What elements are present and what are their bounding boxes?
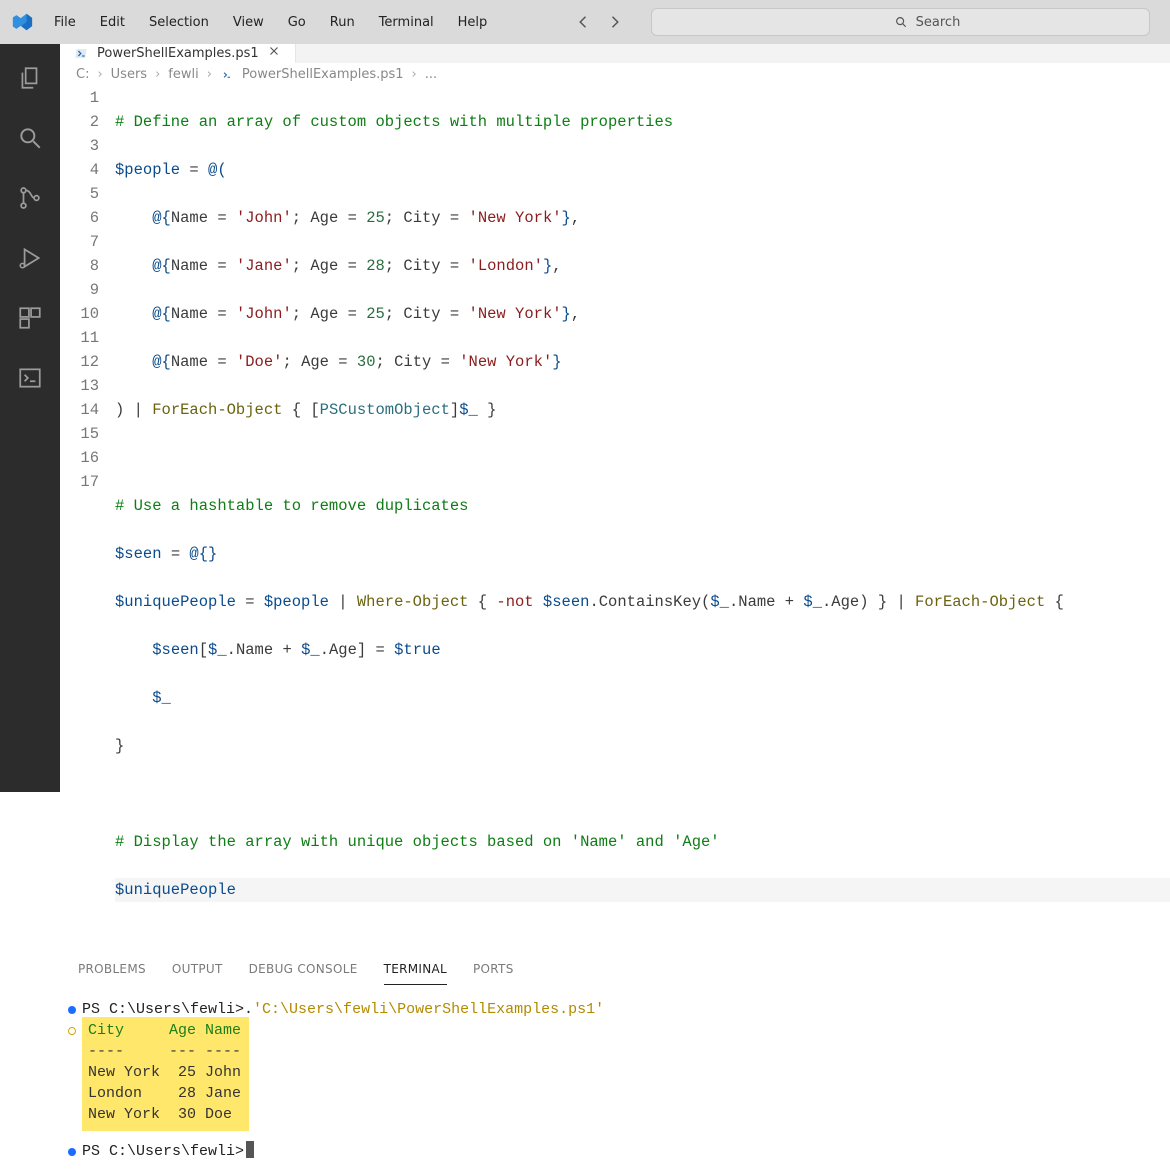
editor-area: PowerShellExamples.ps1 C: › Users › fewl…: [60, 44, 1170, 792]
nav-back[interactable]: [571, 9, 597, 35]
tab-label: PowerShellExamples.ps1: [97, 46, 259, 61]
menu-help[interactable]: Help: [448, 9, 498, 36]
panel-tabs: PROBLEMS OUTPUT DEBUG CONSOLE TERMINAL P…: [60, 962, 1170, 985]
menu-selection[interactable]: Selection: [139, 9, 219, 36]
search-icon[interactable]: [10, 118, 50, 158]
source-control-icon[interactable]: [10, 178, 50, 218]
crumb-user[interactable]: fewli: [168, 67, 198, 82]
terminal-panel[interactable]: PS C:\Users\fewli> . 'C:\Users\fewli\Pow…: [60, 985, 1170, 1176]
prompt-indicator-icon: [68, 1148, 76, 1156]
panel-tab-debug[interactable]: DEBUG CONSOLE: [249, 962, 358, 985]
chevron-right-icon: ›: [207, 67, 212, 82]
powershell-file-icon: [220, 68, 234, 82]
code-body[interactable]: # Define an array of custom objects with…: [115, 86, 1170, 950]
panel-tab-ports[interactable]: PORTS: [473, 962, 514, 985]
prompt-indicator-icon: [68, 1006, 76, 1014]
crumb-users[interactable]: Users: [111, 67, 147, 82]
terminal-prompt: PS C:\Users\fewli>: [82, 1141, 244, 1162]
panel-tab-output[interactable]: OUTPUT: [172, 962, 223, 985]
global-search[interactable]: Search: [651, 8, 1150, 36]
chevron-right-icon: ›: [155, 67, 160, 82]
menu-terminal[interactable]: Terminal: [369, 9, 444, 36]
tab-bar: PowerShellExamples.ps1: [60, 44, 1170, 63]
menu-view[interactable]: View: [223, 9, 274, 36]
panel-tab-problems[interactable]: PROBLEMS: [78, 962, 146, 985]
code-editor[interactable]: 123 456 789 101112 131415 1617 # Define …: [60, 86, 1170, 962]
tab-powershellexamples[interactable]: PowerShellExamples.ps1: [60, 44, 296, 63]
explorer-icon[interactable]: [10, 58, 50, 98]
menu-go[interactable]: Go: [278, 9, 316, 36]
breadcrumb[interactable]: C: › Users › fewli › PowerShellExamples.…: [60, 63, 1170, 86]
terminal-command: 'C:\Users\fewli\PowerShellExamples.ps1': [253, 999, 604, 1020]
menu-file[interactable]: File: [44, 9, 86, 36]
menu-edit[interactable]: Edit: [90, 9, 135, 36]
activity-bar: [0, 44, 60, 792]
crumb-drive[interactable]: C:: [76, 67, 89, 82]
extensions-icon[interactable]: [10, 298, 50, 338]
close-icon[interactable]: [267, 44, 281, 62]
terminal-output: City Age Name ---- --- ---- New York 25 …: [82, 1017, 249, 1131]
output-indicator-icon: [68, 1027, 76, 1035]
powershell-file-icon: [74, 46, 89, 61]
chevron-right-icon: ›: [97, 67, 102, 82]
panel-tab-terminal[interactable]: TERMINAL: [384, 962, 447, 985]
chevron-right-icon: ›: [412, 67, 417, 82]
menu-run[interactable]: Run: [320, 9, 365, 36]
search-placeholder: Search: [916, 15, 1137, 30]
title-bar: File Edit Selection View Go Run Terminal…: [0, 0, 1170, 44]
crumb-file[interactable]: PowerShellExamples.ps1: [242, 67, 404, 82]
app-logo: [8, 8, 36, 36]
panel-terminal-icon[interactable]: [10, 358, 50, 398]
nav-forward[interactable]: [601, 9, 627, 35]
run-debug-icon[interactable]: [10, 238, 50, 278]
crumb-more[interactable]: ...: [425, 67, 437, 82]
line-gutter: 123 456 789 101112 131415 1617: [60, 86, 115, 950]
terminal-cursor: [246, 1141, 254, 1158]
